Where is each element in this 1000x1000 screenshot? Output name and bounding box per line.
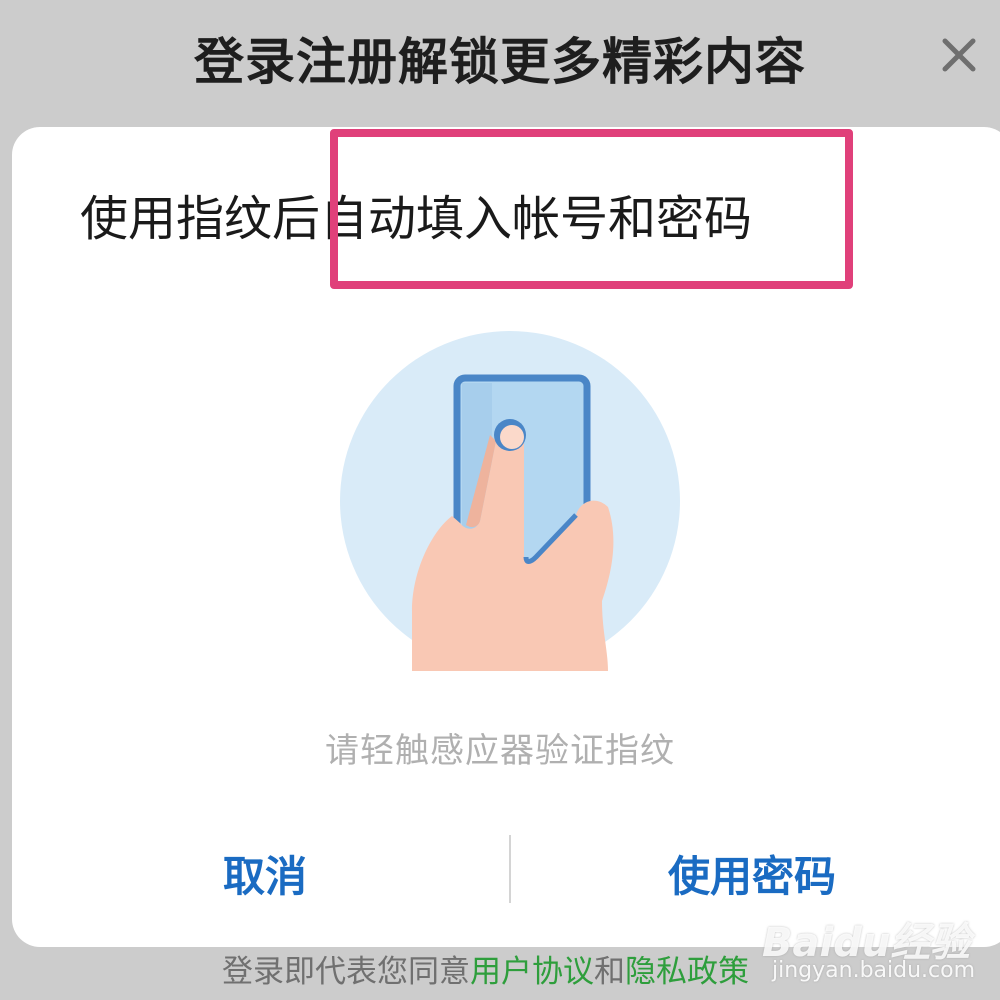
use-password-button[interactable]: 使用密码 (668, 843, 836, 904)
login-screen: 登录注册解锁更多精彩内容 使用指纹后自动填入帐号和密码 请轻触感应器验证指纹 取… (0, 0, 1000, 1000)
page-title: 登录注册解锁更多精彩内容 (194, 33, 806, 91)
highlight-annotation (330, 129, 853, 289)
privacy-policy-link[interactable]: 隐私政策 (625, 954, 749, 990)
close-button[interactable] (934, 30, 984, 80)
button-divider (509, 835, 511, 903)
agreement-prefix: 登录即代表您同意 (222, 954, 470, 990)
user-agreement-link[interactable]: 用户协议 (470, 954, 594, 990)
fingerprint-hint: 请轻触感应器验证指纹 (325, 731, 675, 771)
fingerprint-touch-icon (340, 331, 680, 671)
close-icon (942, 38, 976, 72)
fingerprint-dialog: 使用指纹后自动填入帐号和密码 请轻触感应器验证指纹 取消 使用密码 (12, 127, 1000, 947)
cancel-button[interactable]: 取消 (223, 843, 307, 904)
watermark-url: jingyan.baidu.com (772, 958, 976, 983)
agreement-conjunction: 和 (594, 954, 625, 990)
agreement-text: 登录即代表您同意用户协议和隐私政策 (222, 946, 749, 991)
